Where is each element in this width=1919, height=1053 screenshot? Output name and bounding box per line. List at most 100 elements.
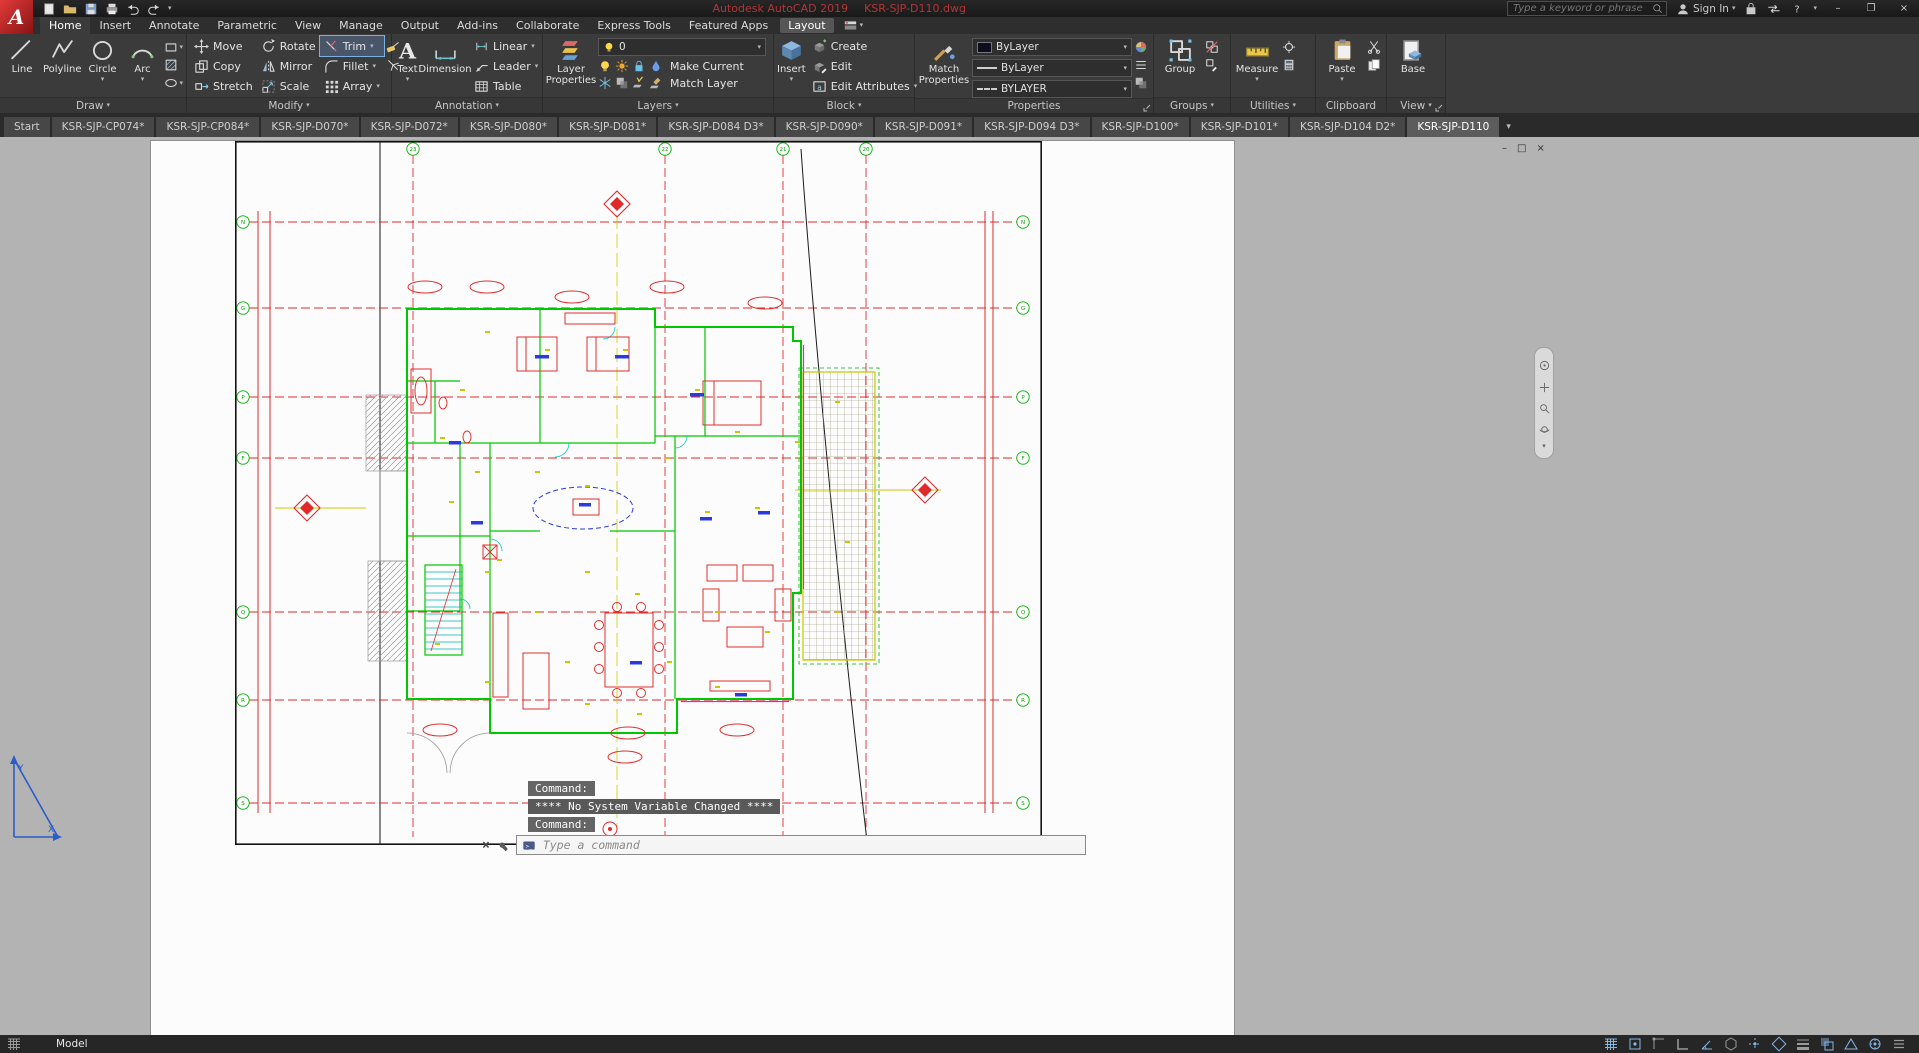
- doc-tab-ksr-sjp-d110[interactable]: KSR-SJP-D110: [1407, 117, 1499, 137]
- drawing-viewport[interactable]: 23222120NNGGPPFFQQRRSS – □ × ▾ X Y Comma…: [0, 137, 1919, 1035]
- orbit-icon[interactable]: [1539, 420, 1550, 431]
- app-store-icon[interactable]: [1744, 2, 1758, 16]
- open-icon[interactable]: [63, 2, 77, 16]
- linetype-select[interactable]: ByLayer ▾: [972, 59, 1132, 77]
- layer-off-icon[interactable]: [598, 59, 612, 73]
- drawing-canvas[interactable]: 23222120NNGGPPFFQQRRSS: [235, 141, 1042, 845]
- ungroup-icon[interactable]: [1205, 40, 1219, 54]
- restore-button[interactable]: ❐: [1859, 3, 1883, 14]
- match-properties-button[interactable]: Match Properties: [918, 36, 970, 86]
- autocad-logo[interactable]: A: [0, 0, 33, 34]
- make-current-button[interactable]: Make Current: [666, 59, 748, 73]
- edit-attributes-button[interactable]: aEdit Attributes▾: [808, 76, 922, 96]
- exchange-apps-icon[interactable]: [1767, 2, 1781, 16]
- steering-wheel-icon[interactable]: [1539, 356, 1550, 367]
- layer-freeze-icon[interactable]: [615, 59, 629, 73]
- doc-tab-ksr-sjp-d080[interactable]: KSR-SJP-D080*: [460, 117, 557, 137]
- linear-button[interactable]: Linear▾: [470, 36, 542, 56]
- scale-button[interactable]: Scale: [257, 76, 320, 96]
- doc-tab-ksr-sjp-d084-d3[interactable]: KSR-SJP-D084 D3*: [658, 117, 773, 137]
- layer-properties-button[interactable]: Layer Properties: [546, 36, 596, 86]
- customize-icon[interactable]: [1891, 1036, 1907, 1052]
- leader-button[interactable]: Leader▾: [470, 56, 542, 76]
- object-color-select[interactable]: ByLayer ▾: [972, 38, 1132, 56]
- copy-clip-icon[interactable]: [1367, 58, 1381, 72]
- navigation-bar[interactable]: ▾: [1534, 347, 1554, 459]
- panel-title-view[interactable]: View▾: [1387, 97, 1445, 113]
- search-box[interactable]: [1507, 1, 1667, 16]
- doc-tab-ksr-sjp-d104-d2[interactable]: KSR-SJP-D104 D2*: [1290, 117, 1405, 137]
- ortho-icon[interactable]: [1675, 1036, 1691, 1052]
- canvas-minimize-icon[interactable]: –: [1502, 143, 1507, 154]
- menu-tab-layout[interactable]: Layout: [780, 18, 833, 33]
- line-button[interactable]: Line: [3, 36, 41, 75]
- panel-title-utilities[interactable]: Utilities▾: [1231, 97, 1315, 113]
- doc-tab-ksr-sjp-d101[interactable]: KSR-SJP-D101*: [1191, 117, 1288, 137]
- properties-list-icon[interactable]: [1134, 58, 1148, 72]
- otrack-icon[interactable]: [1747, 1036, 1763, 1052]
- doc-tab-start[interactable]: Start: [4, 117, 50, 137]
- panel-title-clipboard[interactable]: Clipboard: [1316, 97, 1386, 113]
- move-button[interactable]: Move: [190, 36, 257, 56]
- help-dropdown-icon[interactable]: ▾: [1813, 5, 1817, 12]
- panel-title-properties[interactable]: Properties: [915, 98, 1153, 113]
- layout-grid-icon[interactable]: [6, 1036, 22, 1052]
- doc-tab-ksr-sjp-d070[interactable]: KSR-SJP-D070*: [261, 117, 358, 137]
- menu-tab-collaborate[interactable]: Collaborate: [507, 17, 588, 34]
- layer-fade-icon[interactable]: [615, 76, 629, 90]
- menu-tab-parametric[interactable]: Parametric: [208, 17, 286, 34]
- search-input[interactable]: [1511, 2, 1652, 15]
- doc-tab-ksr-sjp-d081[interactable]: KSR-SJP-D081*: [559, 117, 656, 137]
- save-icon[interactable]: [84, 2, 98, 16]
- command-customize-icon[interactable]: [496, 838, 510, 852]
- menu-tab-add-ins[interactable]: Add-ins: [448, 17, 507, 34]
- panel-title-groups[interactable]: Groups▾: [1154, 97, 1230, 113]
- doc-tab-ksr-sjp-d090[interactable]: KSR-SJP-D090*: [776, 117, 873, 137]
- command-input[interactable]: >_ Type a command: [516, 835, 1086, 855]
- copy-button[interactable]: Copy: [190, 56, 257, 76]
- table-button[interactable]: Table: [470, 76, 542, 96]
- ellipse-tool-icon[interactable]: [164, 76, 178, 90]
- navbar-menu-icon[interactable]: ▾: [1539, 442, 1550, 450]
- quick-calc-icon[interactable]: [1282, 58, 1296, 72]
- menu-tab-home[interactable]: Home: [40, 17, 90, 34]
- match-layer-button[interactable]: Match Layer: [666, 76, 742, 90]
- group-button[interactable]: Group: [1157, 36, 1203, 75]
- mirror-button[interactable]: Mirror: [257, 56, 320, 76]
- canvas-close-icon[interactable]: ×: [1536, 143, 1544, 154]
- layer-select[interactable]: 0 ▾: [598, 38, 766, 56]
- menu-tab-output[interactable]: Output: [392, 17, 448, 34]
- cut-icon[interactable]: [1367, 40, 1381, 54]
- file-tab-overflow-icon[interactable]: ▾: [1506, 117, 1511, 137]
- redo-icon[interactable]: [147, 2, 161, 16]
- measure-button[interactable]: Measure ▾: [1234, 36, 1280, 83]
- menu-tab-view[interactable]: View: [286, 17, 330, 34]
- layer-unisolate-icon[interactable]: [598, 76, 612, 90]
- snap-icon[interactable]: [1627, 1036, 1643, 1052]
- panel-title-annotation[interactable]: Annotation▾: [392, 97, 542, 113]
- circle-button[interactable]: Circle ▾: [84, 36, 122, 83]
- rotate-button[interactable]: Rotate: [257, 36, 320, 56]
- lineweight-icon[interactable]: [1795, 1036, 1811, 1052]
- panel-title-modify[interactable]: Modify▾: [187, 97, 391, 113]
- doc-tab-ksr-sjp-d100[interactable]: KSR-SJP-D100*: [1092, 117, 1189, 137]
- doc-tab-ksr-sjp-cp074[interactable]: KSR-SJP-CP074*: [52, 117, 155, 137]
- rectangle-tool-icon[interactable]: [164, 40, 178, 54]
- id-point-icon[interactable]: [1282, 40, 1296, 54]
- doc-tab-ksr-sjp-d094-d3[interactable]: KSR-SJP-D094 D3*: [974, 117, 1089, 137]
- new-icon[interactable]: [42, 2, 56, 16]
- create-block-button[interactable]: Create: [808, 36, 922, 56]
- text-button[interactable]: A Text ▾: [395, 36, 420, 83]
- trim-button[interactable]: Trim▾: [320, 36, 384, 56]
- grid-icon[interactable]: [1603, 1036, 1619, 1052]
- transparency-tool-icon[interactable]: [1134, 76, 1148, 90]
- layer-walk-icon[interactable]: [632, 76, 646, 90]
- command-close-icon[interactable]: ×: [482, 838, 490, 853]
- menu-tab-insert[interactable]: Insert: [90, 17, 140, 34]
- menu-tab-featured-apps[interactable]: Featured Apps: [680, 17, 777, 34]
- transparency-icon[interactable]: [1819, 1036, 1835, 1052]
- arc-button[interactable]: Arc ▾: [124, 36, 162, 83]
- menu-tab-manage[interactable]: Manage: [330, 17, 392, 34]
- group-edit-icon[interactable]: [1205, 58, 1219, 72]
- minimize-button[interactable]: –: [1826, 3, 1850, 14]
